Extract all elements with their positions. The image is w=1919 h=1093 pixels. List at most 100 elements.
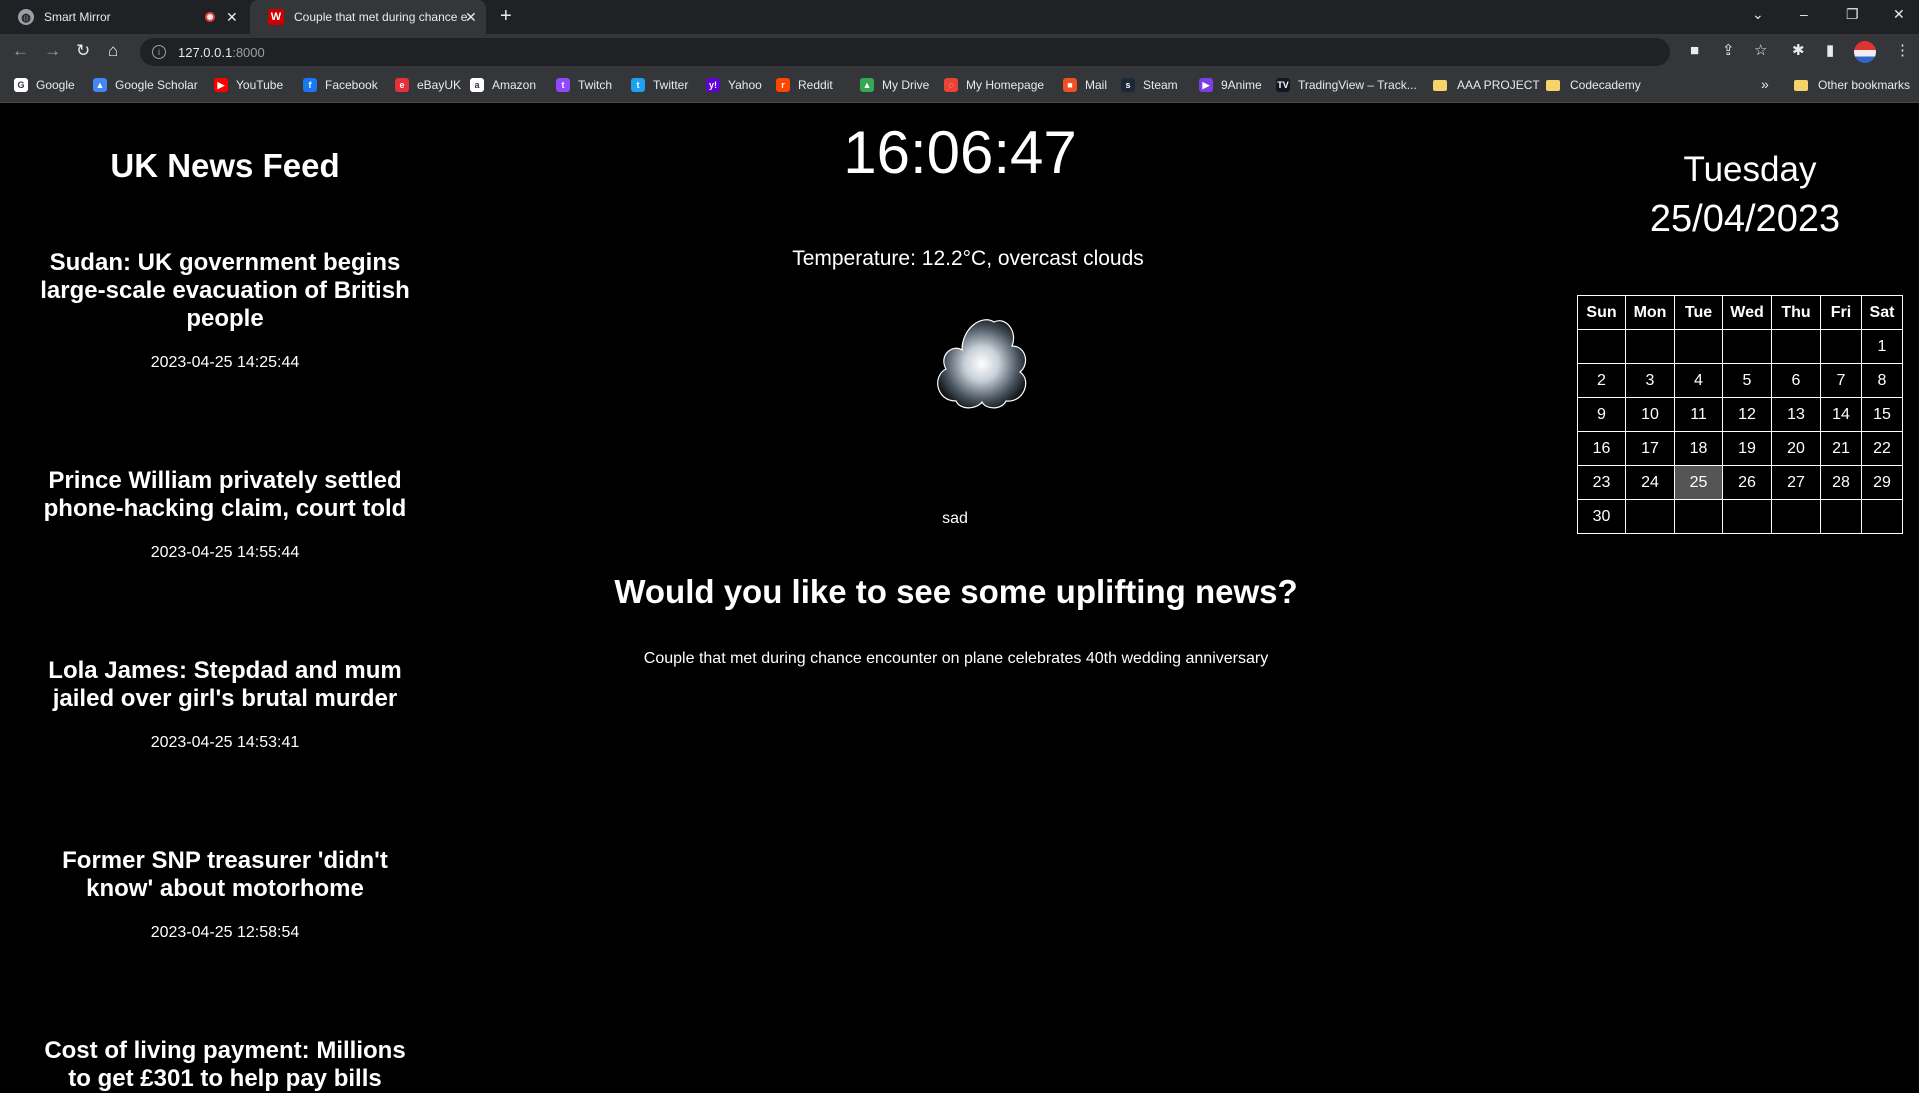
bookmark-youtube[interactable]: ▶ YouTube bbox=[214, 78, 283, 92]
calendar: Sun Mon Tue Wed Thu Fri Sat 1 2 3 4 5 6 7 8 9 10 11 12 13 1… bbox=[1577, 295, 1903, 534]
news-article[interactable]: Lola James: Stepdad and mum jailed over … bbox=[30, 657, 420, 752]
calendar-day: 15 bbox=[1861, 397, 1903, 432]
address-bar[interactable]: i 127.0.0.1:8000 bbox=[140, 38, 1670, 66]
calendar-day: 30 bbox=[1577, 499, 1626, 534]
bookmark-9anime[interactable]: ▶ 9Anime bbox=[1199, 78, 1262, 92]
bookmark-codecademy[interactable]: Codecademy bbox=[1546, 78, 1641, 92]
site-info-icon[interactable]: i bbox=[152, 45, 166, 59]
calendar-day: 18 bbox=[1674, 431, 1723, 466]
article-headline[interactable]: Sudan: UK government begins large-scale … bbox=[30, 249, 420, 333]
back-button[interactable]: ← bbox=[12, 42, 29, 60]
reload-button[interactable]: ↻ bbox=[76, 42, 90, 60]
scholar-icon: ▲ bbox=[93, 78, 107, 92]
twitch-icon: t bbox=[556, 78, 570, 92]
restore-button[interactable]: ❐ bbox=[1846, 6, 1859, 23]
close-window-button[interactable]: ✕ bbox=[1893, 6, 1905, 23]
article-headline[interactable]: Prince William privately settled phone-h… bbox=[30, 467, 420, 523]
bookmark-label: Google Scholar bbox=[115, 78, 198, 92]
calendar-empty-cell bbox=[1674, 329, 1723, 364]
bookmark-my-homepage[interactable]: ◌ My Homepage bbox=[944, 78, 1044, 92]
bookmark-amazon[interactable]: a Amazon bbox=[470, 78, 536, 92]
camera-icon[interactable]: ■ bbox=[1690, 42, 1699, 60]
calendar-week: 16 17 18 19 20 21 22 bbox=[1577, 431, 1903, 466]
close-tab-icon[interactable]: ✕ bbox=[226, 10, 238, 24]
bookmark-label: Yahoo bbox=[728, 78, 762, 92]
bookmark-label: eBayUK bbox=[417, 78, 462, 92]
bookmark-ebayuk[interactable]: e eBayUK bbox=[395, 78, 461, 92]
bookmark-my-drive[interactable]: ▲ My Drive bbox=[860, 78, 929, 92]
extensions-icon[interactable]: ✱ bbox=[1792, 42, 1805, 60]
bookmark-mail[interactable]: ■ Mail bbox=[1063, 78, 1107, 92]
bookmark-facebook[interactable]: f Facebook bbox=[303, 78, 378, 92]
new-tab-button[interactable]: + bbox=[500, 6, 512, 26]
globe-icon: ◍ bbox=[18, 9, 34, 25]
tab-smart-mirror[interactable]: ◍ Smart Mirror ✕ bbox=[0, 0, 250, 34]
article-headline[interactable]: Former SNP treasurer 'didn't know' about… bbox=[30, 847, 420, 903]
news-article[interactable]: Former SNP treasurer 'didn't know' about… bbox=[30, 847, 420, 942]
close-tab-icon[interactable]: ✕ bbox=[465, 10, 477, 24]
share-icon[interactable]: ⇪ bbox=[1722, 42, 1735, 60]
youtube-icon: ▶ bbox=[214, 78, 228, 92]
bookmark-label: Mail bbox=[1085, 78, 1108, 92]
calendar-empty-cell bbox=[1861, 499, 1903, 534]
news-article[interactable]: Prince William privately settled phone-h… bbox=[30, 467, 420, 562]
uplifting-news-link[interactable]: Couple that met during chance encounter … bbox=[560, 650, 1352, 668]
calendar-day: 9 bbox=[1577, 397, 1626, 432]
calendar-empty-cell bbox=[1674, 499, 1723, 534]
calendar-empty-cell bbox=[1771, 499, 1821, 534]
calendar-header-sat: Sat bbox=[1861, 295, 1903, 330]
article-headline[interactable]: Lola James: Stepdad and mum jailed over … bbox=[30, 657, 420, 713]
bookmark-google[interactable]: G Google bbox=[14, 78, 75, 92]
bookmark-label: Other bookmarks bbox=[1818, 78, 1911, 92]
bookmark-label: Codecademy bbox=[1570, 78, 1641, 92]
bookmark-reddit[interactable]: r Reddit bbox=[776, 78, 833, 92]
minimize-button[interactable]: – bbox=[1800, 6, 1808, 22]
calendar-day: 23 bbox=[1577, 465, 1626, 500]
bookmarks-bar: G Google ▲ Google Scholar ▶ YouTube f Facebook e… bbox=[0, 70, 1919, 103]
9anime-icon: ▶ bbox=[1199, 78, 1213, 92]
article-timestamp: 2023-04-25 14:53:41 bbox=[150, 734, 300, 751]
tab-strip: ◍ Smart Mirror ✕ W Couple that met durin… bbox=[0, 0, 1919, 34]
calendar-empty-cell bbox=[1771, 329, 1821, 364]
bookmark-steam[interactable]: s Steam bbox=[1121, 78, 1178, 92]
forward-button[interactable]: → bbox=[44, 42, 61, 60]
bookmark-twitter[interactable]: t Twitter bbox=[631, 78, 688, 92]
bookmark-star-icon[interactable]: ☆ bbox=[1754, 42, 1767, 60]
calendar-day: 12 bbox=[1722, 397, 1772, 432]
calendar-day: 17 bbox=[1625, 431, 1675, 466]
bookmark-twitch[interactable]: t Twitch bbox=[556, 78, 612, 92]
bookmark-yahoo[interactable]: y! Yahoo bbox=[706, 78, 762, 92]
article-timestamp: 2023-04-25 14:25:44 bbox=[150, 354, 300, 371]
news-article[interactable]: Cost of living payment: Millions to get … bbox=[30, 1037, 420, 1093]
calendar-day: 20 bbox=[1771, 431, 1821, 466]
bookmark-tradingview-track[interactable]: TV TradingView – Track... bbox=[1276, 78, 1417, 92]
calendar-empty-cell bbox=[1625, 499, 1675, 534]
menu-icon[interactable]: ⋮ bbox=[1895, 42, 1910, 60]
calendar-day: 28 bbox=[1820, 465, 1862, 500]
bookmark-label: YouTube bbox=[236, 78, 284, 92]
side-panel-icon[interactable]: ▮ bbox=[1826, 42, 1834, 60]
tab-couple-news[interactable]: W Couple that met during chance e ✕ bbox=[250, 0, 486, 34]
calendar-empty-cell bbox=[1820, 329, 1862, 364]
tab-search-button[interactable]: ⌄ bbox=[1752, 6, 1764, 23]
calendar-empty-cell bbox=[1722, 329, 1772, 364]
calendar-week: 2345678 bbox=[1577, 363, 1903, 398]
bookmarks-overflow-button[interactable]: » bbox=[1761, 76, 1769, 92]
news-feed-title: UK News Feed bbox=[110, 147, 340, 184]
avatar[interactable] bbox=[1854, 41, 1876, 63]
bookmark-label: Amazon bbox=[492, 78, 537, 92]
bookmark-google-scholar[interactable]: ▲ Google Scholar bbox=[93, 78, 198, 92]
news-site-icon: W bbox=[268, 9, 284, 25]
other-bookmarks[interactable]: Other bookmarks bbox=[1794, 78, 1910, 92]
news-article[interactable]: Sudan: UK government begins large-scale … bbox=[30, 249, 420, 372]
tab-title: Smart Mirror bbox=[44, 10, 111, 24]
homepage-icon: ◌ bbox=[944, 78, 958, 92]
bookmark-label: Steam bbox=[1143, 78, 1178, 92]
article-headline[interactable]: Cost of living payment: Millions to get … bbox=[30, 1037, 420, 1093]
weather-text: Temperature: 12.2°C, overcast clouds bbox=[792, 247, 1144, 270]
bookmark-aaa-project[interactable]: AAA PROJECT bbox=[1433, 78, 1540, 92]
calendar-week: 1 bbox=[1577, 329, 1903, 364]
home-button[interactable]: ⌂ bbox=[108, 42, 118, 60]
calendar-header-wed: Wed bbox=[1722, 295, 1772, 330]
calendar-day: 16 bbox=[1577, 431, 1626, 466]
